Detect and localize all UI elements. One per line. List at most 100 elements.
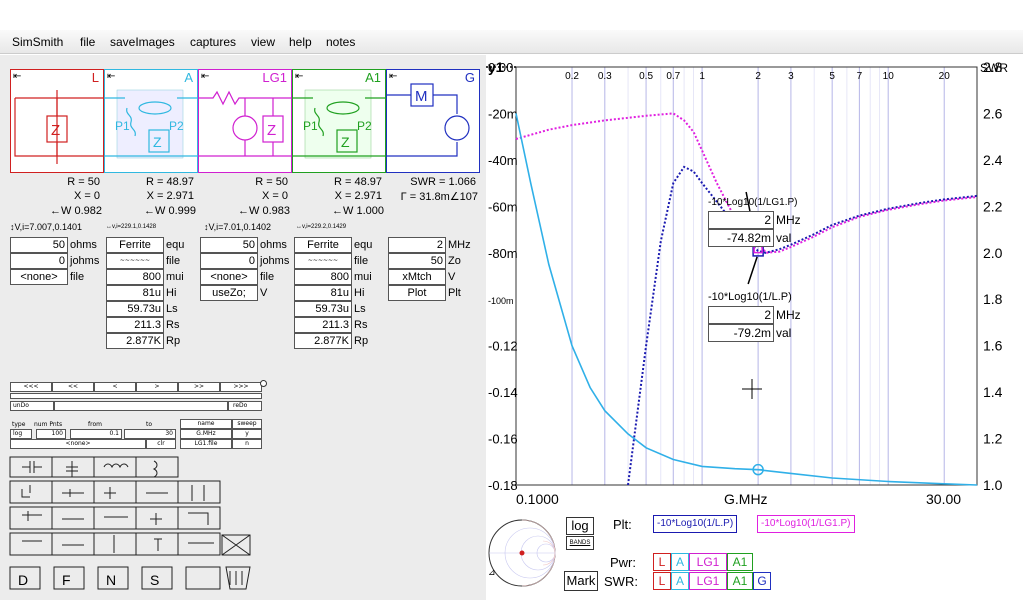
- x-tick-label: 0.7: [666, 71, 680, 82]
- menu-notes[interactable]: notes: [326, 35, 355, 49]
- generator-load-icon: Z: [199, 90, 291, 157]
- x-tick-label: 20: [939, 71, 951, 82]
- A1-rs-input[interactable]: 211.3: [294, 317, 352, 333]
- x-tick-label: 2: [755, 71, 761, 82]
- element-L[interactable]: ⇤ L Z: [10, 69, 104, 173]
- plot-series-L[interactable]: -10*Log10(1/L.P): [653, 515, 738, 533]
- x-axis-label: G.MHz: [724, 491, 768, 507]
- sweep-from-input[interactable]: 0.1: [70, 429, 122, 439]
- nav-last-button[interactable]: >>>: [220, 382, 262, 392]
- sweep-clear-button[interactable]: clr: [146, 439, 176, 449]
- nav-prev-button[interactable]: <: [94, 382, 136, 392]
- menu-captures[interactable]: captures: [190, 35, 236, 49]
- sweep-type-input[interactable]: log: [10, 429, 32, 439]
- sweep-file-name[interactable]: LG1.file: [180, 439, 232, 449]
- A1-file-input[interactable]: ~~~~~~: [294, 253, 352, 269]
- pwr-label: Pwr:: [610, 555, 636, 570]
- A-mui-unit: mui: [166, 271, 184, 283]
- nav-first-button[interactable]: <<<: [10, 382, 52, 392]
- swr-G-toggle[interactable]: G: [753, 572, 771, 590]
- A1-mui-unit: mui: [354, 271, 372, 283]
- y2-tick-label: 2.2: [983, 198, 1003, 214]
- A-rp-unit: Rp: [166, 335, 181, 347]
- sweep-numpnts-input[interactable]: 100: [36, 429, 66, 439]
- G-freq-input[interactable]: 2: [388, 237, 446, 253]
- x-tick-label: 10: [883, 71, 895, 82]
- undo-button[interactable]: unDo: [10, 401, 54, 411]
- A1-ls-input[interactable]: 59.73u: [294, 301, 352, 317]
- menu-help[interactable]: help: [289, 35, 312, 49]
- A-rp-input[interactable]: 2.877K: [106, 333, 164, 349]
- A-r-value: R = 48.97: [145, 176, 194, 188]
- swr-LG1-toggle[interactable]: LG1: [689, 572, 727, 590]
- A1-rp-input[interactable]: 2.877K: [294, 333, 352, 349]
- history-slider[interactable]: [10, 393, 262, 399]
- A1-hi-input[interactable]: 81u: [294, 285, 352, 301]
- A-file-input[interactable]: ~~~~~~: [106, 253, 164, 269]
- menu-view[interactable]: view: [251, 35, 275, 49]
- swr-label: SWR:: [604, 574, 638, 589]
- redo-button[interactable]: reDo: [228, 401, 262, 411]
- svg-text:F: F: [62, 572, 71, 588]
- element-G[interactable]: ⇤ G M: [386, 69, 480, 173]
- smith-chart-icon[interactable]: ⊿: [486, 513, 560, 597]
- sweep-header-sweep: sweep: [232, 419, 262, 429]
- marker-freq[interactable]: 2: [708, 306, 774, 324]
- G-plt-input[interactable]: Plot: [388, 285, 446, 301]
- LG1-x-input[interactable]: 0: [200, 253, 258, 269]
- pwr-A-toggle[interactable]: A: [671, 553, 689, 571]
- y2-tick-label: 2.4: [983, 152, 1003, 168]
- L-file-input[interactable]: <none>: [10, 269, 68, 285]
- element-A[interactable]: ⇤ A Z P1 P2: [104, 69, 198, 173]
- nav-end-dot[interactable]: [260, 380, 267, 387]
- pwr-L-toggle[interactable]: L: [653, 553, 671, 571]
- element-LG1[interactable]: ⇤ LG1 Z: [198, 69, 292, 173]
- swr-A-toggle[interactable]: A: [671, 572, 689, 590]
- A1-w-value: ←W 1.000: [332, 205, 384, 217]
- log-button[interactable]: log: [566, 517, 594, 535]
- swr-L-toggle[interactable]: L: [653, 572, 671, 590]
- A-rs-input[interactable]: 211.3: [106, 317, 164, 333]
- pwr-LG1-toggle[interactable]: LG1: [689, 553, 727, 571]
- A1-mui-input[interactable]: 800: [294, 269, 352, 285]
- nav-next2-button[interactable]: >>: [178, 382, 220, 392]
- pwr-A1-toggle[interactable]: A1: [727, 553, 753, 571]
- LG1-v-unit: V: [260, 287, 268, 299]
- G-v-input[interactable]: xMtch: [388, 269, 446, 285]
- sweep-to-input[interactable]: 30: [124, 429, 176, 439]
- x-tick-label: 0.2: [565, 71, 579, 82]
- G-plt-unit: Plt: [448, 287, 461, 299]
- A-equ-input[interactable]: Ferrite: [106, 237, 164, 253]
- mark-button[interactable]: Mark: [564, 571, 598, 591]
- sweep-file-sweep[interactable]: n: [232, 439, 262, 449]
- LG1-file-input[interactable]: <none>: [200, 269, 258, 285]
- swr-A1-toggle[interactable]: A1: [727, 572, 753, 590]
- y-tick-label: -80m: [488, 246, 518, 261]
- nav-next-button[interactable]: >: [136, 382, 178, 392]
- bands-button[interactable]: BANDS: [566, 536, 594, 550]
- A-ls-input[interactable]: 59.73u: [106, 301, 164, 317]
- menu-simsmith[interactable]: SimSmith: [12, 35, 63, 49]
- G-zo-input[interactable]: 50: [388, 253, 446, 269]
- sweep-sweep-input[interactable]: y: [232, 429, 262, 439]
- L-x-input[interactable]: 0: [10, 253, 68, 269]
- element-A1[interactable]: ⇤ A1 Z P1 P2: [292, 69, 386, 173]
- y-tick-label: 0.00: [488, 60, 513, 75]
- sweep-name-input[interactable]: G.MHz: [180, 429, 232, 439]
- component-palette: D F N S: [8, 455, 252, 593]
- plot-series-LG1[interactable]: -10*Log10(1/LG1.P): [757, 515, 855, 533]
- A1-equ-input[interactable]: Ferrite: [294, 237, 352, 253]
- LG1-v-input[interactable]: useZo;: [200, 285, 258, 301]
- A-mui-input[interactable]: 800: [106, 269, 164, 285]
- LG1-r-input[interactable]: 50: [200, 237, 258, 253]
- A-hi-input[interactable]: 81u: [106, 285, 164, 301]
- marker-freq[interactable]: 2: [708, 211, 774, 229]
- menu-file[interactable]: file: [80, 35, 95, 49]
- menu-saveimages[interactable]: saveImages: [110, 35, 175, 49]
- L-r-value: R = 50: [67, 176, 100, 188]
- L-r-input[interactable]: 50: [10, 237, 68, 253]
- nav-prev2-button[interactable]: <<: [52, 382, 94, 392]
- marker-freq-unit: MHz: [776, 308, 801, 322]
- sweep-file-input[interactable]: <none>: [10, 439, 146, 449]
- A-w-value: ←W 0.999: [144, 205, 196, 217]
